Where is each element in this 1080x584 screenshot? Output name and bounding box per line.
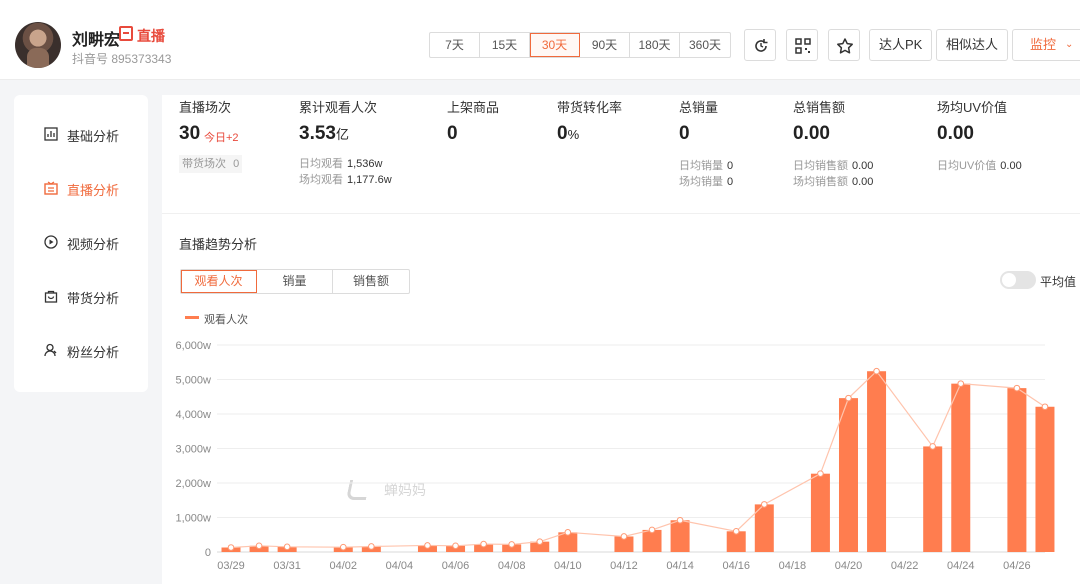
pk-button[interactable]: 达人PK — [869, 29, 933, 61]
live-badge-icon — [119, 26, 133, 41]
chevron-down-icon: ⌄ — [1065, 39, 1074, 50]
y-tick-label: 6,000w — [176, 340, 212, 352]
star-icon — [837, 38, 853, 54]
sidebar-item-label: 视频分析 — [67, 237, 120, 252]
x-tick-label: 04/08 — [498, 560, 526, 572]
data-point — [873, 367, 880, 375]
monitor-label: 监控 — [1030, 37, 1057, 52]
data-point — [929, 443, 936, 450]
x-tick-label: 03/29 — [217, 560, 245, 572]
data-point — [368, 543, 375, 550]
sidebar-item-live[interactable]: 直播分析 — [14, 173, 148, 203]
bar-chart-icon — [44, 127, 58, 141]
x-tick-label: 04/16 — [722, 560, 750, 572]
y-tick-label: 2,000w — [176, 478, 212, 490]
x-tick-label: 04/26 — [1003, 560, 1031, 572]
monitor-dropdown[interactable]: 监控 ⌄ — [1012, 29, 1080, 61]
x-tick-label: 04/14 — [666, 560, 694, 572]
bar — [670, 520, 690, 552]
similar-influencer-button[interactable]: 相似达人 — [936, 29, 1009, 61]
live-tag: 直播 — [137, 28, 165, 44]
bag-icon — [44, 290, 58, 303]
x-tick-label: 04/10 — [554, 560, 582, 572]
range-15d-button[interactable]: 15天 — [480, 33, 530, 57]
data-point — [1041, 403, 1049, 411]
x-tick-label: 04/04 — [386, 560, 414, 572]
refresh-icon — [755, 39, 768, 52]
data-point — [283, 543, 291, 551]
x-tick-label: 03/31 — [273, 560, 301, 572]
data-point — [564, 529, 572, 536]
x-tick-label: 04/06 — [442, 560, 470, 572]
data-point — [648, 526, 656, 534]
data-point — [676, 516, 684, 524]
bar — [1035, 406, 1055, 552]
favorite-button[interactable] — [828, 29, 860, 61]
sidebar-item-basic[interactable]: 基础分析 — [14, 119, 148, 149]
data-point — [957, 380, 965, 387]
data-point — [817, 470, 824, 477]
data-point — [255, 542, 263, 550]
bar — [951, 383, 971, 552]
x-tick-label: 04/02 — [330, 560, 358, 572]
data-point — [536, 538, 544, 545]
data-point — [452, 542, 459, 550]
x-tick-label: 04/20 — [835, 560, 863, 572]
sidebar-item-label: 粉丝分析 — [67, 345, 120, 360]
bar — [1007, 388, 1027, 552]
y-tick-label: 5,000w — [176, 375, 212, 387]
avatar[interactable] — [15, 22, 61, 68]
range-360d-button[interactable]: 360天 — [680, 33, 730, 57]
x-tick-label: 04/12 — [610, 560, 638, 572]
x-tick-label: 04/18 — [779, 560, 807, 572]
sidebar-item-label: 基础分析 — [67, 129, 120, 144]
play-circle-icon — [44, 235, 58, 249]
data-point — [620, 533, 628, 540]
data-point — [508, 541, 515, 548]
sidebar-item-fans[interactable]: 粉丝分析 — [14, 335, 148, 365]
y-tick-label: 4,000w — [176, 409, 212, 421]
range-7d-button[interactable]: 7天 — [430, 33, 480, 57]
trend-chart: 0 1,000w 2,000w 3,000w 4,000w 5,000w 6,000w 03/… — [176, 340, 1055, 572]
data-point — [760, 501, 768, 508]
live-icon — [44, 181, 58, 195]
user-name: 刘畊宏 — [72, 32, 121, 49]
bar — [867, 371, 887, 552]
series-line — [230, 370, 1046, 549]
sidebar: 基础分析 直播分析 视频分析 带货分析 粉丝分析 — [14, 95, 148, 392]
range-180d-button[interactable]: 180天 — [630, 33, 680, 57]
bar — [923, 446, 943, 552]
bar — [642, 529, 662, 552]
x-tick-label: 04/22 — [891, 560, 919, 572]
sidebar-item-commerce[interactable]: 带货分析 — [14, 281, 148, 311]
sidebar-item-label: 带货分析 — [67, 291, 120, 306]
user-icon — [44, 343, 57, 357]
data-point — [732, 528, 740, 535]
date-range-selector: 7天 15天 30天 90天 180天 360天 — [429, 32, 731, 58]
douyin-id: 抖音号 895373343 — [72, 52, 172, 66]
main-panel: 直播场次 30 今日+2 带货场次 0 累计观看人次 3.53亿 日均观看 1,5… — [162, 95, 1080, 584]
data-point — [227, 544, 235, 551]
data-point — [339, 543, 347, 551]
sidebar-item-label: 直播分析 — [67, 183, 120, 198]
y-tick-label: 0 — [205, 547, 211, 559]
qrcode-button[interactable] — [786, 29, 818, 61]
data-point — [845, 394, 852, 402]
bar — [838, 398, 858, 552]
y-tick-label: 1,000w — [176, 513, 212, 525]
data-point — [480, 540, 487, 548]
x-tick-label: 04/24 — [947, 560, 975, 572]
qrcode-icon — [795, 38, 811, 54]
refresh-button[interactable] — [744, 29, 776, 61]
data-point — [424, 542, 431, 549]
bar — [810, 473, 830, 552]
y-tick-label: 3,000w — [176, 444, 212, 456]
sidebar-item-video[interactable]: 视频分析 — [14, 227, 148, 257]
range-30d-button[interactable]: 30天 — [530, 33, 580, 57]
range-90d-button[interactable]: 90天 — [580, 33, 630, 57]
profile-header: 刘畊宏 直播 抖音号 895373343 7天 15天 30天 90天 180天… — [0, 0, 1080, 80]
data-point — [1013, 384, 1021, 392]
